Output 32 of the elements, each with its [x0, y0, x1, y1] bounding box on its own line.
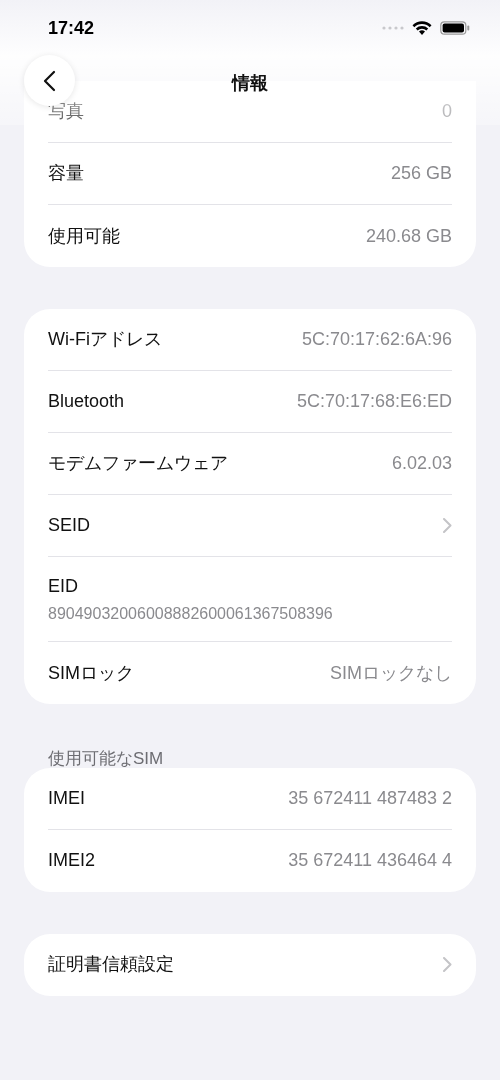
chevron-icon [443, 957, 452, 972]
row-label: IMEI [48, 786, 85, 810]
row-value: 240.68 GB [365, 224, 452, 248]
row-label: 使用可能 [48, 224, 120, 248]
settings-row[interactable]: 証明書信頼設定 [48, 933, 452, 996]
row-label: 容量 [48, 162, 84, 185]
row-value: 6.02.03 [391, 452, 452, 475]
row-label: EID [48, 574, 78, 598]
row-label: SEID [48, 514, 90, 537]
row-value: 0 [442, 100, 452, 123]
status-time: 17:42 [48, 16, 95, 40]
chevron-icon [443, 518, 452, 533]
row-label: 証明書信頼設定 [48, 953, 174, 976]
row-label: モデムファームウェア [48, 452, 228, 475]
section-header: 使用可能なSIM [48, 748, 165, 770]
row-label: IMEI2 [48, 849, 95, 872]
row-label: Bluetooth [48, 390, 125, 413]
signal-icon [382, 26, 404, 30]
back-icon [43, 69, 56, 92]
row-value: 35 672411 436464 4 [288, 849, 452, 872]
row-value: 256 GB [390, 162, 452, 185]
row-value: SIMロックなし [330, 661, 452, 685]
settings-row[interactable]: SEID [48, 495, 452, 557]
row-label: Wi-Fiアドレス [48, 328, 162, 351]
row-value: 5C:70:17:68:E6:ED [296, 390, 452, 413]
row-value: 89049032006008882600061367508396 [48, 603, 333, 624]
row-value: 5C:70:17:62:6A:96 [301, 328, 452, 351]
battery-icon [440, 21, 470, 35]
wifi-icon [412, 20, 432, 36]
row-label: SIMロック [48, 661, 134, 685]
row-value: 35 672411 487483 2 [288, 786, 452, 810]
page-title: 情報 [232, 72, 268, 95]
